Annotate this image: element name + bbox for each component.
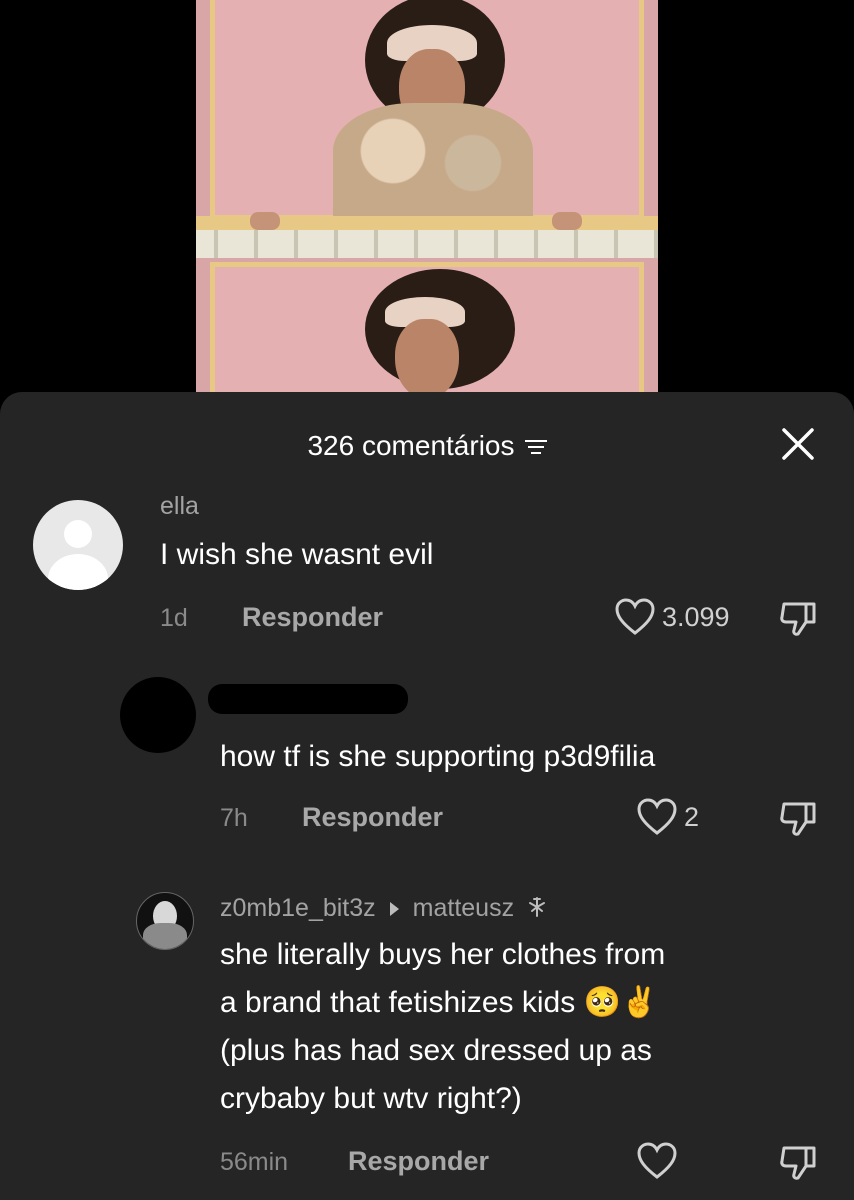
dislike-icon[interactable]: [778, 600, 818, 638]
comments-sheet: 326 comentários ella I wish she wasnt ev…: [0, 392, 854, 1200]
reply-button[interactable]: Responder: [302, 802, 443, 833]
video-figure-dress: [333, 103, 533, 223]
redacted-username: [208, 684, 408, 714]
like-button[interactable]: 2: [636, 798, 699, 836]
comment-text-line: (plus has had sex dressed up as: [220, 1034, 652, 1067]
video-frame[interactable]: [196, 0, 658, 400]
dislike-icon[interactable]: [778, 800, 818, 838]
video-figure-face-2: [395, 319, 459, 399]
video-panel-top: [210, 0, 644, 223]
video-panel-bottom: [210, 262, 644, 400]
video-figure-hand-right: [552, 212, 582, 230]
reply-button[interactable]: Responder: [348, 1146, 489, 1177]
redacted-avatar: [120, 677, 196, 753]
avatar[interactable]: [33, 500, 123, 590]
video-window-trim: [196, 216, 658, 258]
comment-time: 7h: [220, 804, 248, 832]
like-button[interactable]: [636, 1142, 684, 1180]
comment-text: I wish she wasnt evil: [160, 538, 434, 571]
comment-text-line: she literally buys her clothes from: [220, 938, 666, 971]
reply-button[interactable]: Responder: [242, 602, 383, 633]
video-figure-hand-left: [250, 212, 280, 230]
reply-header: z0mb1e_bit3z matteusz: [220, 894, 549, 923]
comment-text-line: a brand that fetishizes kids 🥺✌️: [220, 986, 659, 1019]
avatar-placeholder-body: [48, 554, 108, 590]
comment-text: how tf is she supporting p3d9filia: [220, 740, 656, 773]
badge-icon: [529, 897, 546, 917]
like-count: 2: [684, 801, 700, 832]
comment-count: 326 comentários: [307, 430, 515, 461]
like-button[interactable]: 3.099: [614, 598, 730, 636]
comment-username[interactable]: z0mb1e_bit3z: [220, 894, 376, 922]
comment-time: 1d: [160, 604, 188, 632]
heart-icon: [637, 798, 677, 835]
reply-to-username[interactable]: matteusz: [413, 894, 514, 922]
dislike-icon[interactable]: [778, 1144, 818, 1182]
comments-header: 326 comentários: [0, 430, 854, 462]
heart-icon: [637, 1142, 677, 1179]
heart-icon: [615, 598, 655, 635]
like-count: 3.099: [662, 601, 730, 632]
reply-arrow-icon: [389, 902, 399, 917]
close-icon[interactable]: [780, 426, 816, 462]
comment-username[interactable]: ella: [160, 492, 199, 521]
comment-time: 56min: [220, 1148, 289, 1176]
comment-text-line: crybaby but wtv right?): [220, 1082, 522, 1115]
avatar[interactable]: [136, 892, 194, 950]
filter-icon[interactable]: [524, 437, 547, 455]
avatar-photo-body: [143, 923, 187, 949]
avatar-placeholder-head: [64, 520, 92, 548]
